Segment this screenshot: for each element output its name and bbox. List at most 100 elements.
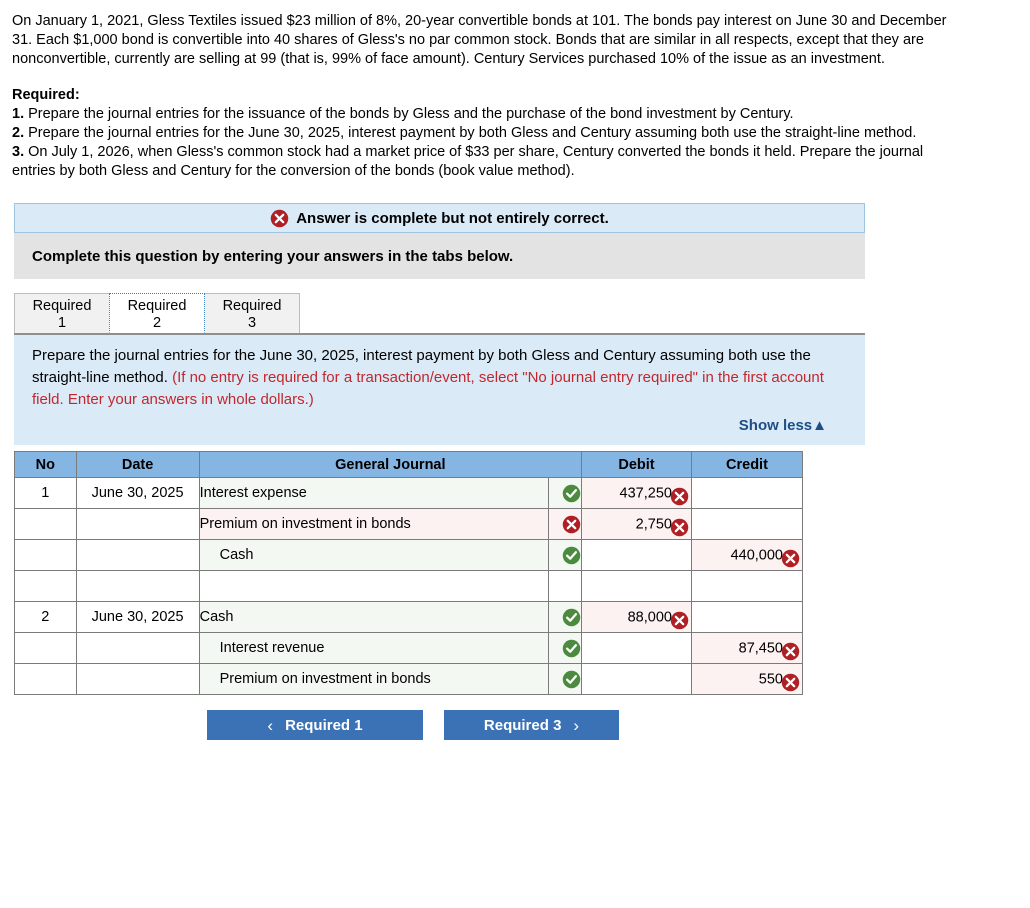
journal-cell-date[interactable] <box>75 632 200 664</box>
journal-cell-debit[interactable] <box>581 632 692 664</box>
journal-cell-account[interactable]: Premium on investment in bonds <box>198 663 549 695</box>
required-item-2-text: Prepare the journal entries for the June… <box>24 125 917 141</box>
tab-required-1[interactable]: Required 1 <box>14 293 110 333</box>
error-circle-icon <box>270 209 289 228</box>
journal-cell-no <box>14 632 77 664</box>
required-1-prev-button[interactable]: ‹ Required 1 <box>207 710 423 740</box>
journal-cell-no <box>14 539 77 571</box>
journal-table-wrapper: No Date General Journal Debit Credit 1 Ju… <box>14 451 1030 695</box>
incorrect-x-icon <box>670 518 689 537</box>
correct-check-icon <box>562 608 581 627</box>
journal-cell-account[interactable]: Interest revenue <box>198 632 549 664</box>
general-journal-table: No Date General Journal Debit Credit 1 Ju… <box>14 451 804 695</box>
required-3-next-button[interactable]: Required 3 › <box>444 710 619 740</box>
journal-cell-grade-mark <box>548 539 583 571</box>
journal-cell-debit[interactable] <box>581 663 692 695</box>
tab-required-2[interactable]: Required 2 <box>109 293 205 333</box>
instruction-subbanner-text: Complete this question by entering your … <box>32 247 514 265</box>
journal-cell-grade-mark <box>548 663 583 695</box>
journal-cell-no: 1 <box>14 477 77 509</box>
journal-cell-no <box>14 663 77 695</box>
journal-cell-credit[interactable] <box>690 570 804 602</box>
journal-body: 1 June 30, 2025 Interest expense 437,250 Pre… <box>14 477 804 695</box>
answer-status-text: Answer is complete but not entirely corr… <box>296 209 609 227</box>
show-less-link[interactable]: Show less▲ <box>32 411 843 437</box>
problem-statement: On January 1, 2021, Gless Textiles issue… <box>0 0 1030 69</box>
journal-cell-debit[interactable]: 2,750 <box>581 508 692 540</box>
journal-cell-debit[interactable]: 437,250 <box>581 477 692 509</box>
journal-cell-account[interactable]: Premium on investment in bonds <box>198 508 549 540</box>
status-banner-wrapper: Answer is complete but not entirely corr… <box>0 203 1030 279</box>
journal-row <box>14 570 804 602</box>
required-heading: Required: <box>12 87 80 103</box>
correct-check-icon <box>562 484 581 503</box>
requirement-tabstrip: Required 1 Required 2 Required 3 <box>14 293 865 335</box>
journal-cell-debit[interactable] <box>581 570 692 602</box>
correct-check-icon <box>562 546 581 565</box>
journal-cell-debit[interactable]: 88,000 <box>581 601 692 633</box>
instruction-subbanner: Complete this question by entering your … <box>14 233 865 279</box>
correct-check-icon <box>562 670 581 689</box>
required-item-2-number: 2. <box>12 125 25 141</box>
incorrect-x-icon <box>781 642 800 661</box>
journal-cell-grade-mark <box>548 601 583 633</box>
journal-cell-grade-mark <box>548 632 583 664</box>
journal-cell-grade-mark <box>548 508 583 540</box>
required-item-3-number: 3. <box>12 144 25 160</box>
journal-cell-date[interactable] <box>75 508 200 540</box>
journal-cell-credit[interactable]: 87,450 <box>690 632 804 664</box>
journal-cell-grade-mark <box>548 477 583 509</box>
journal-row: Premium on investment in bonds 2,750 <box>14 508 804 540</box>
required-item-3-text: On July 1, 2026, when Gless's common sto… <box>12 144 924 179</box>
debit-value: 2,750 <box>635 515 672 532</box>
chevron-left-icon: ‹ <box>267 715 274 735</box>
journal-cell-date[interactable] <box>75 539 200 571</box>
journal-cell-no: 2 <box>14 601 77 633</box>
journal-row: Interest revenue 87,450 <box>14 632 804 664</box>
journal-cell-credit[interactable]: 440,000 <box>690 539 804 571</box>
journal-cell-account[interactable]: Interest expense <box>198 477 549 509</box>
journal-cell-account[interactable] <box>198 570 549 602</box>
requirement-instruction-panel: Prepare the journal entries for the June… <box>14 335 865 445</box>
show-less-label: Show less <box>738 417 813 434</box>
journal-cell-credit[interactable] <box>690 477 804 509</box>
correct-check-icon <box>562 639 581 658</box>
journal-cell-no <box>14 508 77 540</box>
column-header-date: Date <box>75 451 200 478</box>
question-page: On January 1, 2021, Gless Textiles issue… <box>0 0 1030 908</box>
incorrect-x-icon <box>670 611 689 630</box>
journal-cell-credit[interactable]: 550 <box>690 663 804 695</box>
journal-cell-date[interactable]: June 30, 2025 <box>75 601 200 633</box>
journal-cell-date[interactable] <box>75 663 200 695</box>
journal-cell-grade-mark <box>548 570 583 602</box>
chevron-right-icon: › <box>573 715 580 735</box>
caret-up-icon: ▲ <box>812 417 827 434</box>
journal-cell-account[interactable]: Cash <box>198 601 549 633</box>
column-header-credit: Credit <box>690 451 804 478</box>
journal-row: Cash 440,000 <box>14 539 804 571</box>
tab-required-1-line1: Required <box>32 298 92 314</box>
journal-cell-account[interactable]: Cash <box>198 539 549 571</box>
required-3-next-label: Required 3 <box>483 716 562 734</box>
journal-header-row: No Date General Journal Debit Credit <box>14 451 804 478</box>
journal-cell-date[interactable] <box>75 570 200 602</box>
credit-value: 87,450 <box>738 639 783 656</box>
journal-cell-credit[interactable] <box>690 508 804 540</box>
journal-cell-debit[interactable] <box>581 539 692 571</box>
tab-required-1-line2: 1 <box>57 315 67 331</box>
column-header-general-journal: General Journal <box>198 451 583 478</box>
required-item-1-text: Prepare the journal entries for the issu… <box>24 106 794 122</box>
debit-value: 437,250 <box>619 484 672 501</box>
journal-row: Premium on investment in bonds 550 <box>14 663 804 695</box>
tab-required-3[interactable]: Required 3 <box>204 293 300 333</box>
credit-value: 550 <box>758 670 783 687</box>
journal-cell-date[interactable]: June 30, 2025 <box>75 477 200 509</box>
journal-cell-credit[interactable] <box>690 601 804 633</box>
required-item-1: 1. Prepare the journal entries for the i… <box>12 105 970 124</box>
answer-status-banner: Answer is complete but not entirely corr… <box>14 203 865 233</box>
required-item-1-number: 1. <box>12 106 25 122</box>
journal-row: 1 June 30, 2025 Interest expense 437,250 <box>14 477 804 509</box>
problem-paragraph: On January 1, 2021, Gless Textiles issue… <box>12 13 947 67</box>
tab-required-2-line2: 2 <box>152 315 162 331</box>
journal-cell-no <box>14 570 77 602</box>
